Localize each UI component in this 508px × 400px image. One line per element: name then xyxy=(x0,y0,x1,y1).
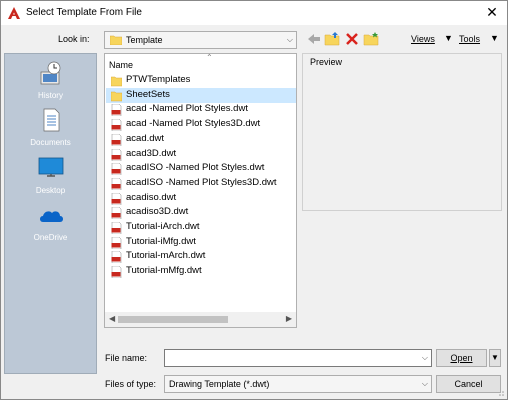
item-name: PTWTemplates xyxy=(126,74,191,85)
place-label: History xyxy=(38,91,63,100)
item-name: acadISO -Named Plot Styles.dwt xyxy=(126,162,265,174)
autocad-logo-icon xyxy=(8,7,20,19)
dwt-file-icon xyxy=(111,251,122,264)
file-list-item[interactable]: acadISO -Named Plot Styles3D.dwt xyxy=(106,176,296,191)
item-name: acadISO -Named Plot Styles3D.dwt xyxy=(126,176,277,188)
dwt-file-icon xyxy=(111,222,122,234)
column-header-name[interactable]: Name xyxy=(109,60,133,70)
file-list-item[interactable]: Tutorial-iMfg.dwt xyxy=(106,235,296,250)
item-name: acad -Named Plot Styles3D.dwt xyxy=(126,118,261,130)
files-of-type-value: Drawing Template (*.dwt) xyxy=(169,379,270,389)
tools-menu-button[interactable]: Tools xyxy=(459,34,480,44)
dwt-file-icon xyxy=(111,236,122,249)
chevron-down-icon: ⌵ xyxy=(421,379,428,388)
look-in-label: Look in: xyxy=(58,34,90,44)
item-name: Tutorial-mArch.dwt xyxy=(126,250,206,262)
item-name: Tutorial-mMfg.dwt xyxy=(126,265,202,277)
open-button[interactable]: Open xyxy=(436,349,487,367)
file-list[interactable]: ⌃ Name PTWTemplates SheetSets acad -Named … xyxy=(104,53,297,328)
dwt-file-icon xyxy=(111,163,122,176)
files-of-type-label: Files of type: xyxy=(105,379,157,389)
horizontal-scrollbar[interactable]: ◀ ▶ xyxy=(105,312,296,327)
file-list-item[interactable]: Tutorial-iArch.dwt xyxy=(106,220,296,235)
views-menu-button[interactable]: Views xyxy=(411,34,435,44)
documents-icon xyxy=(43,108,60,132)
back-arrow-icon[interactable] xyxy=(306,31,322,47)
item-name: Tutorial-iArch.dwt xyxy=(126,221,200,232)
onedrive-icon xyxy=(40,211,63,222)
item-name: acad -Named Plot Styles.dwt xyxy=(126,103,248,115)
folder-icon xyxy=(111,91,122,101)
scrollbar-thumb[interactable] xyxy=(118,316,228,323)
delete-icon[interactable] xyxy=(344,31,360,47)
dwt-file-icon xyxy=(111,119,122,132)
look-in-value: Template xyxy=(126,35,163,45)
dwt-file-icon xyxy=(111,192,122,205)
file-list-item[interactable]: acadISO -Named Plot Styles.dwt xyxy=(106,161,296,176)
scroll-right-icon[interactable]: ▶ xyxy=(286,314,292,323)
folder-list-item[interactable]: SheetSets xyxy=(106,87,296,103)
title-bar: Select Template From File ✕ xyxy=(1,1,507,25)
history-icon xyxy=(40,61,61,85)
item-name: acadiso.dwt xyxy=(126,191,177,203)
chevron-down-icon[interactable]: ⌵ xyxy=(422,353,428,363)
close-icon[interactable]: ✕ xyxy=(485,4,499,20)
item-name: Tutorial-iMfg.dwt xyxy=(126,235,196,247)
file-list-item[interactable]: Tutorial-mArch.dwt xyxy=(106,249,296,264)
folder-icon xyxy=(110,35,122,45)
dwt-file-icon xyxy=(111,133,122,146)
places-bar: History Documents Desktop OneDrive xyxy=(4,53,97,374)
dwt-file-icon xyxy=(111,148,122,161)
tools-dropdown-icon[interactable]: ▼ xyxy=(490,33,499,43)
file-list-item[interactable]: acadiso.dwt xyxy=(106,191,296,206)
up-folder-icon[interactable] xyxy=(324,31,340,47)
cancel-button[interactable]: Cancel xyxy=(436,375,501,393)
item-name: acad3D.dwt xyxy=(126,147,177,159)
dialog-window: Select Template From File ✕ Look in: Tem… xyxy=(0,0,508,400)
views-dropdown-icon[interactable]: ▼ xyxy=(444,33,453,43)
folder-icon xyxy=(111,76,122,87)
open-dropdown-button[interactable]: ▼ xyxy=(489,349,501,367)
preview-label: Preview xyxy=(310,57,343,67)
dwt-file-icon xyxy=(111,104,122,117)
dwt-file-icon xyxy=(111,207,122,220)
folder-list-item[interactable]: PTWTemplates xyxy=(106,73,296,88)
look-in-dropdown[interactable]: Template ⌵ xyxy=(104,31,297,49)
file-list-item[interactable]: acadiso3D.dwt xyxy=(106,205,296,220)
chevron-down-icon: ⌵ xyxy=(286,35,293,44)
preview-panel xyxy=(302,53,502,211)
dwt-file-icon xyxy=(111,177,122,190)
place-label: OneDrive xyxy=(33,233,68,242)
item-name: SheetSets xyxy=(126,88,170,100)
file-list-item[interactable]: acad3D.dwt xyxy=(106,147,296,162)
file-list-item[interactable]: Tutorial-mMfg.dwt xyxy=(106,264,296,279)
item-name: acad.dwt xyxy=(126,132,165,144)
item-name: acadiso3D.dwt xyxy=(126,206,189,218)
file-list-item[interactable]: acad -Named Plot Styles.dwt xyxy=(106,102,296,117)
files-of-type-dropdown[interactable]: Drawing Template (*.dwt) ⌵ xyxy=(164,375,432,393)
place-label: Documents xyxy=(30,138,71,147)
window-title: Select Template From File xyxy=(26,7,142,18)
new-folder-icon[interactable] xyxy=(363,31,379,47)
desktop-icon xyxy=(38,157,64,177)
file-list-item[interactable]: acad.dwt xyxy=(106,132,296,147)
file-name-label: File name: xyxy=(105,353,148,363)
place-label: Desktop xyxy=(35,186,66,195)
scroll-left-icon[interactable]: ◀ xyxy=(109,314,115,323)
file-list-item[interactable]: acad -Named Plot Styles3D.dwt xyxy=(106,117,296,132)
resize-grip-icon[interactable] xyxy=(495,387,505,397)
file-name-input[interactable]: ⌵ xyxy=(164,349,432,367)
sort-ascending-icon: ⌃ xyxy=(206,53,213,62)
dwt-file-icon xyxy=(111,266,122,279)
